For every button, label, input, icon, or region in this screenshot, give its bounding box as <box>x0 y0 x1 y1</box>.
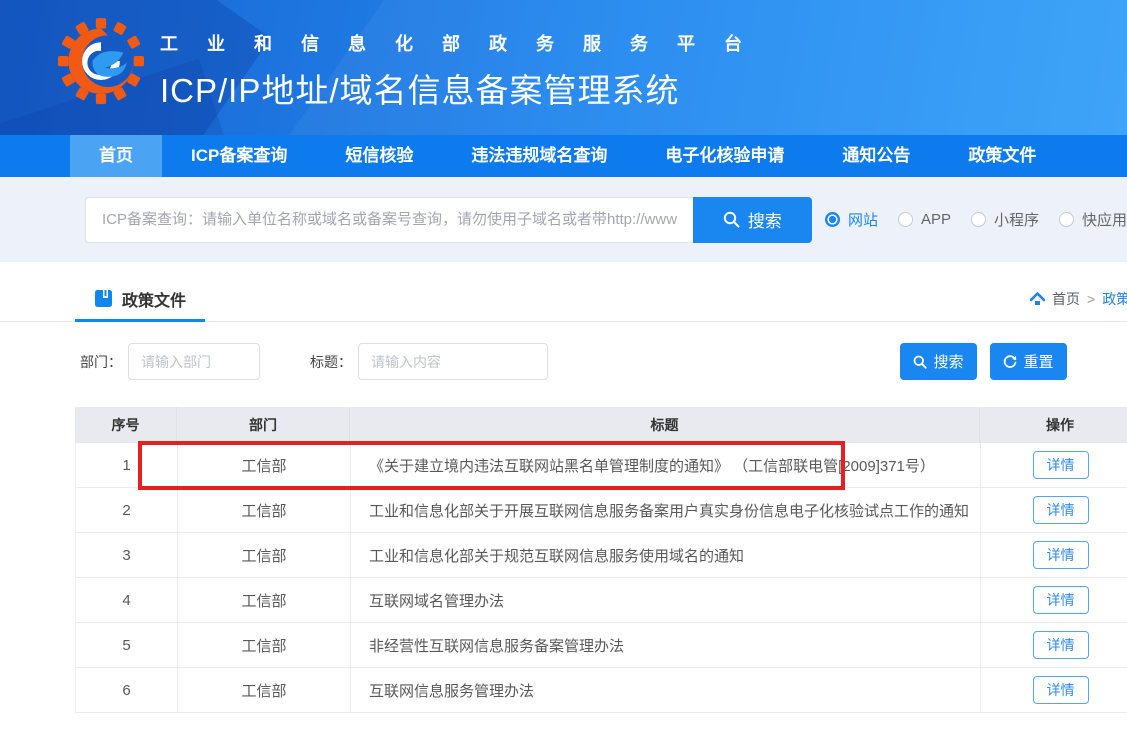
cell-title: 《关于建立境内违法互联网站黑名单管理制度的通知》 （工信部联电管[2009]37… <box>350 443 980 487</box>
detail-button[interactable]: 详情 <box>1033 631 1089 659</box>
filter-row: 部门： 标题： 搜索 重置 <box>80 343 1127 380</box>
cell-actions: 详情 <box>980 623 1127 667</box>
cell-department: 工信部 <box>177 443 350 487</box>
tab-policy-files[interactable]: 政策文件 <box>75 278 205 322</box>
title-filter-input[interactable] <box>358 343 548 380</box>
dept-filter-input[interactable] <box>128 343 260 380</box>
breadcrumb-home[interactable]: 首页 <box>1052 289 1080 309</box>
radio-icon <box>971 212 986 227</box>
detail-button[interactable]: 详情 <box>1033 676 1089 704</box>
cell-index: 5 <box>75 623 177 667</box>
cell-actions: 详情 <box>980 578 1127 622</box>
cell-index: 6 <box>75 668 177 712</box>
icp-search-input[interactable] <box>85 197 693 243</box>
table-row: 1工信部《关于建立境内违法互联网站黑名单管理制度的通知》 （工信部联电管[200… <box>75 443 1127 488</box>
button-label: 搜索 <box>748 207 782 232</box>
cell-department: 工信部 <box>177 623 350 667</box>
table-row: 2工信部工业和信息化部关于开展互联网信息服务备案用户真实身份信息电子化核验试点工… <box>75 488 1127 533</box>
table-row: 5工信部非经营性互联网信息服务备案管理办法 详情 <box>75 623 1127 668</box>
cell-title: 工业和信息化部关于规范互联网信息服务使用域名的通知 <box>350 533 980 577</box>
cell-actions: 详情 <box>980 533 1127 577</box>
refresh-icon <box>1003 355 1017 369</box>
radio-label: 网站 <box>848 209 878 230</box>
cell-title: 互联网域名管理办法 <box>350 578 980 622</box>
search-type-radio[interactable]: 快应用 <box>1059 209 1127 230</box>
column-header: 操作 <box>980 407 1127 443</box>
site-title: ICP/IP地址/域名信息备案管理系统 <box>160 64 771 112</box>
filter-search-button[interactable]: 搜索 <box>900 343 977 380</box>
home-icon <box>1030 292 1045 306</box>
cell-index: 1 <box>75 443 177 487</box>
nav-item[interactable]: 电子化核验申请 <box>636 135 813 177</box>
cell-department: 工信部 <box>177 488 350 532</box>
cell-actions: 详情 <box>980 668 1127 712</box>
cell-department: 工信部 <box>177 668 350 712</box>
search-icon <box>723 211 740 228</box>
detail-button[interactable]: 详情 <box>1033 451 1089 479</box>
nav-item[interactable]: 短信核验 <box>316 135 442 177</box>
nav-item[interactable]: 通知公告 <box>813 135 939 177</box>
column-header: 序号 <box>75 407 177 443</box>
filter-reset-button[interactable]: 重置 <box>990 343 1067 380</box>
table-body: 1工信部《关于建立境内违法互联网站黑名单管理制度的通知》 （工信部联电管[200… <box>75 443 1127 713</box>
cell-title: 非经营性互联网信息服务备案管理办法 <box>350 623 980 667</box>
nav-item[interactable]: ICP备案查询 <box>162 135 316 177</box>
radio-icon <box>825 212 840 227</box>
policy-table: 序号部门标题操作 1工信部《关于建立境内违法互联网站黑名单管理制度的通知》 （工… <box>75 407 1127 713</box>
table-row: 6工信部互联网信息服务管理办法 详情 <box>75 668 1127 713</box>
radio-label: 小程序 <box>994 209 1039 230</box>
title-filter-label: 标题： <box>310 352 352 372</box>
nav-item[interactable]: 违法违规域名查询 <box>442 135 636 177</box>
cell-actions: 详情 <box>980 488 1127 532</box>
column-header: 标题 <box>350 407 980 443</box>
table-row: 4工信部互联网域名管理办法 详情 <box>75 578 1127 623</box>
search-type-radio[interactable]: APP <box>898 211 951 228</box>
section-bar: 政策文件 首页 > 政策文件 <box>0 262 1127 322</box>
breadcrumb: 首页 > 政策文件 <box>1030 289 1127 309</box>
cell-index: 3 <box>75 533 177 577</box>
radio-label: 快应用 <box>1082 209 1127 230</box>
radio-icon <box>898 212 913 227</box>
cell-actions: 详情 <box>980 443 1127 487</box>
search-type-radio[interactable]: 小程序 <box>971 209 1039 230</box>
radio-icon <box>1059 212 1074 227</box>
search-icon <box>913 355 927 369</box>
cell-title: 互联网信息服务管理办法 <box>350 668 980 712</box>
search-type-options: 网站 APP 小程序 快应用 <box>825 209 1127 230</box>
site-header: 工业和信息化部政务服务平台 ICP/IP地址/域名信息备案管理系统 <box>0 0 1127 135</box>
main-nav: 首页ICP备案查询短信核验违法违规域名查询电子化核验申请通知公告政策文件 <box>0 135 1127 177</box>
search-type-radio[interactable]: 网站 <box>825 209 878 230</box>
section-title: 政策文件 <box>122 287 186 311</box>
document-icon <box>94 289 113 308</box>
cell-index: 4 <box>75 578 177 622</box>
dept-filter-label: 部门： <box>80 352 122 372</box>
breadcrumb-current: 政策文件 <box>1102 289 1127 309</box>
icp-search-section: 搜索 网站 APP 小程序 快应用 <box>0 177 1127 262</box>
nav-item[interactable]: 政策文件 <box>939 135 1065 177</box>
column-header: 部门 <box>177 407 350 443</box>
miit-gear-logo-icon <box>58 16 144 108</box>
button-label: 重置 <box>1023 351 1053 372</box>
ministry-line: 工业和信息化部政务服务平台 <box>160 30 771 56</box>
cell-index: 2 <box>75 488 177 532</box>
nav-item[interactable]: 首页 <box>70 135 162 177</box>
breadcrumb-separator: > <box>1087 291 1095 307</box>
cell-department: 工信部 <box>177 533 350 577</box>
detail-button[interactable]: 详情 <box>1033 496 1089 524</box>
radio-label: APP <box>921 211 951 228</box>
cell-department: 工信部 <box>177 578 350 622</box>
cell-title: 工业和信息化部关于开展互联网信息服务备案用户真实身份信息电子化核验试点工作的通知 <box>350 488 980 532</box>
button-label: 搜索 <box>933 351 963 372</box>
table-row: 3工信部工业和信息化部关于规范互联网信息服务使用域名的通知 详情 <box>75 533 1127 578</box>
detail-button[interactable]: 详情 <box>1033 586 1089 614</box>
detail-button[interactable]: 详情 <box>1033 541 1089 569</box>
icp-search-button[interactable]: 搜索 <box>693 197 812 243</box>
table-header-row: 序号部门标题操作 <box>75 407 1127 443</box>
